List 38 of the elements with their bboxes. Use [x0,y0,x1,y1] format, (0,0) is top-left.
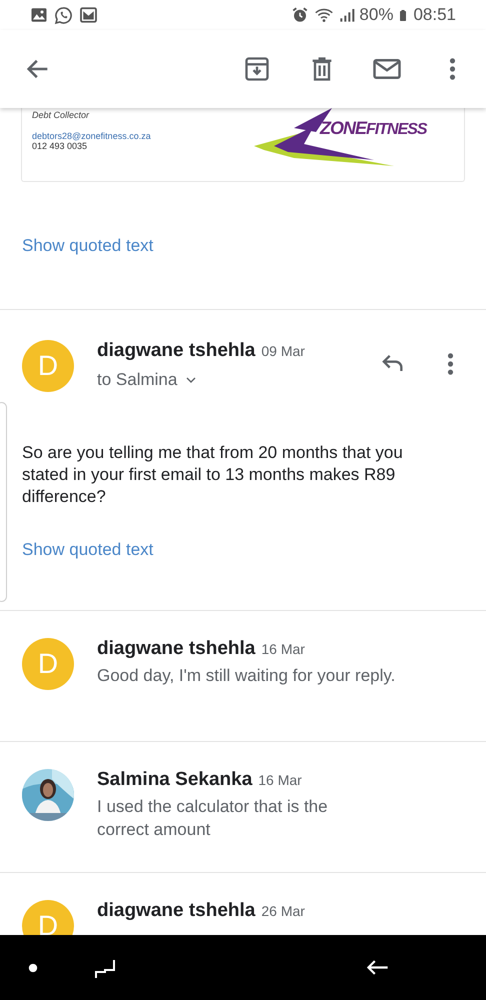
battery-percentage: 80% [359,5,394,25]
message-preview: Good day, I'm still waiting for your reply. [97,665,396,687]
sender-name: diagwane tshehla [97,340,256,362]
chat-bubble-icon [54,6,73,24]
avatar: D [22,340,74,392]
show-quoted-text-link[interactable]: Show quoted text [22,236,154,256]
message-item[interactable]: Salmina Sekanka 16 Mar I used the calculator that is the correct amount [0,742,486,873]
dot-icon [28,962,38,972]
logo-wordmark: ZONEFITNESS [320,118,427,139]
back-arrow-icon [367,960,389,975]
gallery-icon [30,6,48,24]
back-button[interactable] [367,960,389,975]
message-date: 16 Mar [258,772,302,788]
show-quoted-text-link[interactable]: Show quoted text [22,540,154,560]
more-icon [448,57,456,81]
recipient-dropdown[interactable]: to Salmina [97,370,305,390]
sender-name: diagwane tshehla [97,638,256,660]
more-icon [446,352,454,376]
avatar: D [22,900,74,935]
message-preview: I used the calculator that is the correct amount [97,796,328,841]
clock-time: 08:51 [413,5,456,25]
message-item[interactable]: D diagwane tshehla 16 Mar Good day, I'm still waiting for your reply. [0,611,486,742]
wifi-icon [313,6,336,24]
archive-icon [243,55,271,83]
alarm-icon [291,6,310,24]
signature-title: Debt Collector [32,110,90,120]
mail-icon [79,6,98,24]
message-date: 16 Mar [261,641,305,657]
sender-name: Salmina Sekanka [97,769,252,791]
avatar: D [22,638,74,690]
message-body: So are you telling me that from 20 months that you stated in your first email to 13 months makes R89 difference? [22,442,404,508]
message-date: 09 Mar [261,343,305,359]
message-date: 26 Mar [261,903,305,919]
signal-icon [339,6,356,24]
home-button[interactable] [28,962,38,972]
email-link[interactable]: debtors28@zonefitness.co.za [32,131,151,141]
phone-number: 012 493 0035 [32,141,88,151]
sender-name: diagwane tshehla [97,900,256,922]
